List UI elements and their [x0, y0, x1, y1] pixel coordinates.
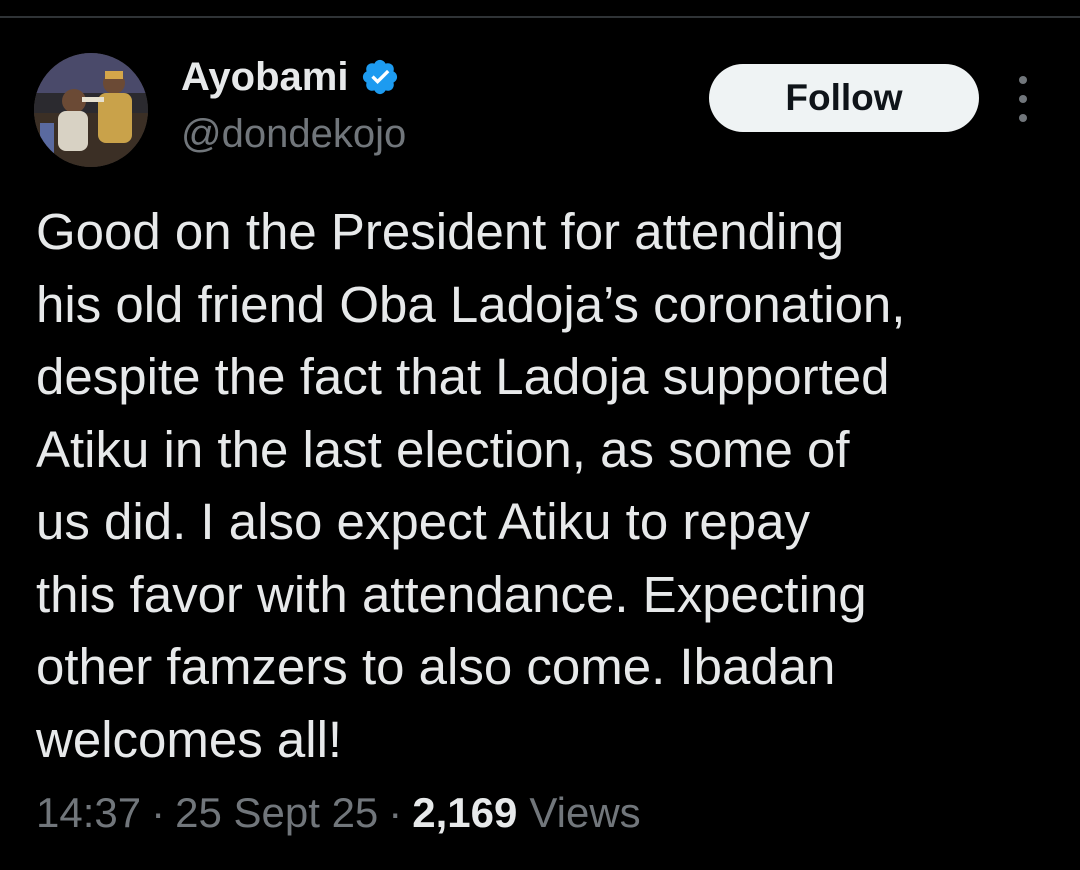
verified-badge-icon[interactable]	[360, 57, 400, 97]
meta-separator: ·	[151, 789, 166, 836]
author-name-row[interactable]: Ayobami	[181, 52, 400, 102]
more-vertical-icon[interactable]	[1008, 76, 1038, 122]
top-divider	[0, 16, 1080, 18]
more-dot	[1019, 76, 1027, 84]
tweet-text-line: Good on the President for attending	[36, 203, 845, 260]
tweet-text-line: his old friend Oba Ladoja’s coronation,	[36, 275, 906, 333]
display-name[interactable]: Ayobami	[181, 55, 348, 100]
more-dot	[1019, 114, 1027, 122]
tweet-text: Good on the President for attending his …	[36, 196, 1046, 776]
tweet-meta: 14:37 · 25 Sept 25 · 2,169 Views	[36, 789, 641, 837]
views-label[interactable]: Views	[529, 789, 640, 837]
tweet-text-line: welcomes all!	[36, 710, 343, 768]
tweet-text-line: us did. I also expect Atiku to repay	[36, 493, 810, 550]
tweet-date[interactable]: 25 Sept 25	[175, 789, 378, 837]
more-dot	[1019, 95, 1027, 103]
follow-button[interactable]: Follow	[709, 64, 979, 132]
views-count[interactable]: 2,169	[412, 789, 517, 837]
tweet-time[interactable]: 14:37	[36, 789, 141, 837]
meta-separator: ·	[388, 789, 403, 836]
tweet-text-line: despite the fact that Ladoja supported	[36, 348, 890, 405]
avatar-photo	[34, 53, 148, 167]
tweet-text-line: other famzers to also come. Ibadan	[36, 638, 836, 695]
tweet-text-line: Atiku in the last election, as some of	[36, 420, 850, 478]
tweet-text-line: this favor with attendance. Expecting	[36, 565, 867, 623]
author-handle[interactable]: @dondekojo	[181, 112, 406, 157]
avatar[interactable]	[34, 53, 148, 167]
